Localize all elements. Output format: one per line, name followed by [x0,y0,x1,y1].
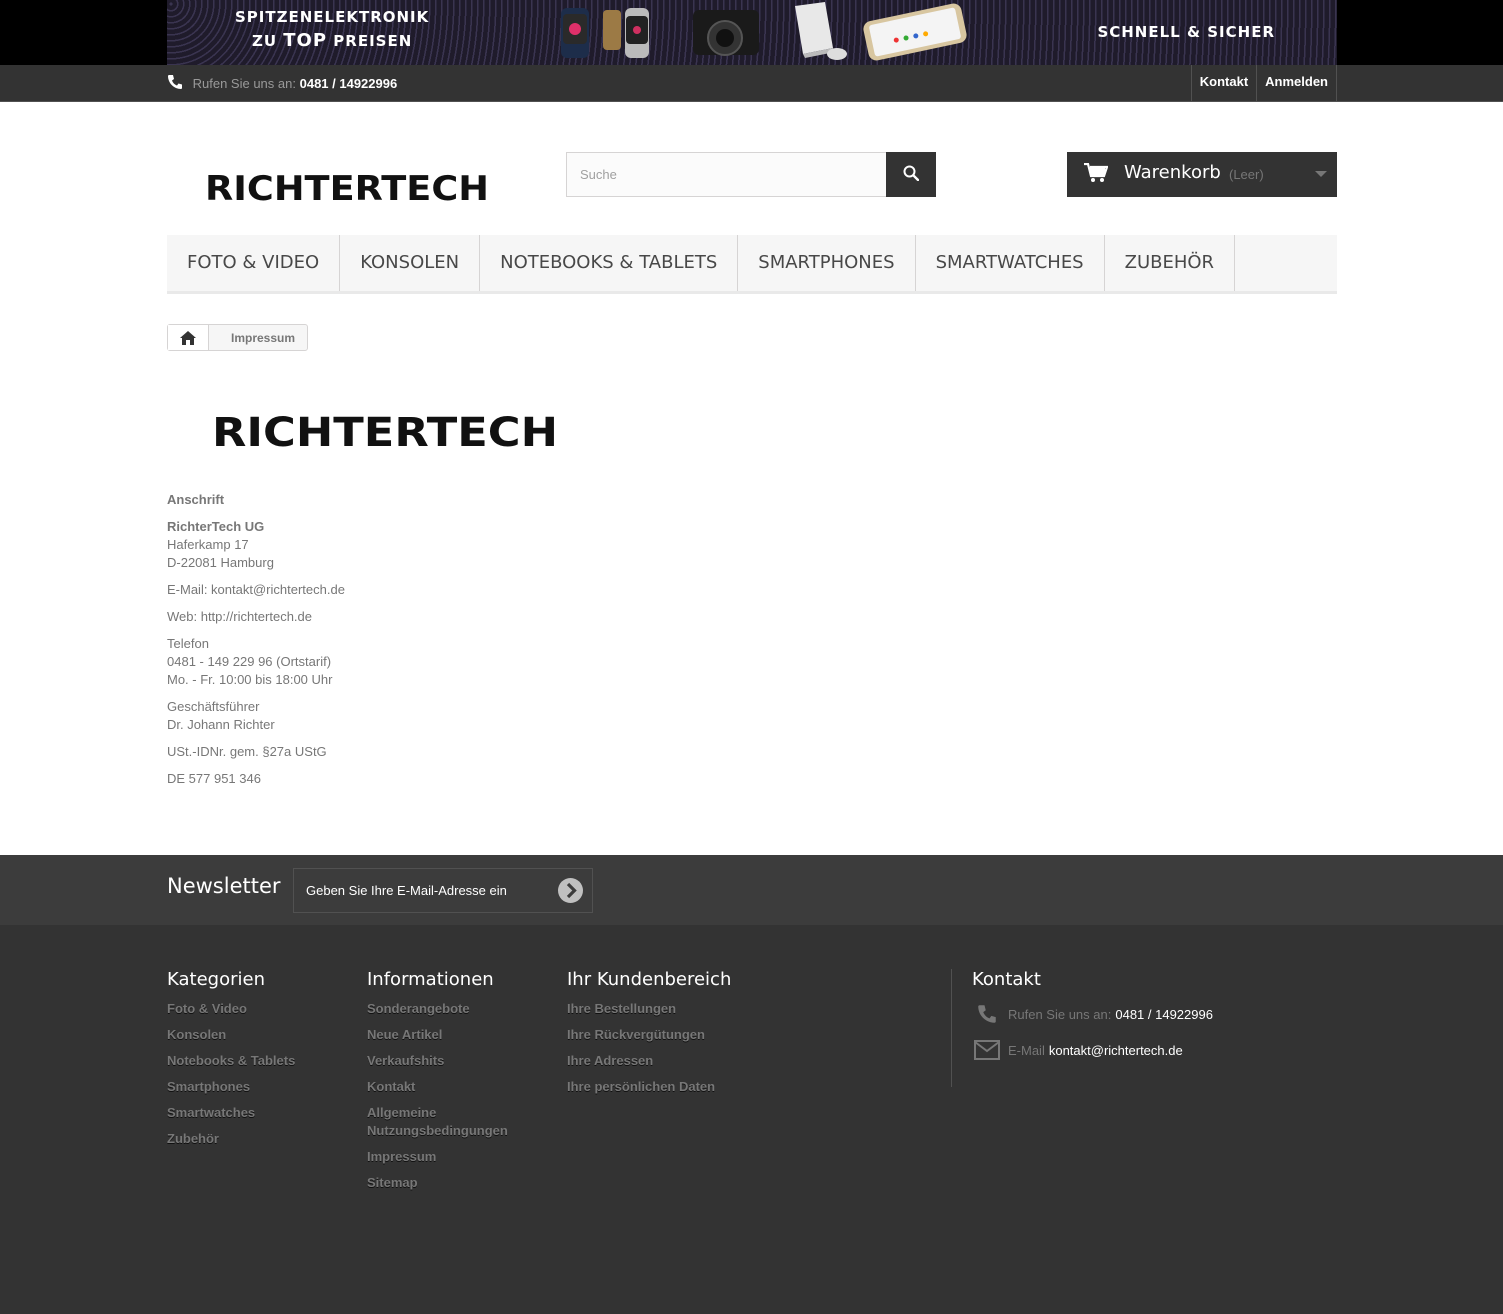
cart-label: Warenkorb [1124,162,1221,183]
top-links: Kontakt Anmelden [1190,65,1337,101]
footer-link[interactable]: Impressum [367,1148,527,1166]
footer-link[interactable]: Ihre Adressen [567,1052,731,1070]
footer-account-title: Ihr Kundenbereich [567,969,732,990]
footer-phone: Rufen Sie uns an: 0481 / 14922996 [972,1004,1213,1024]
footer-link[interactable]: Sitemap [367,1174,527,1192]
svg-text:RICHTERTECH: RICHTERTECH [212,410,558,452]
footer-link[interactable]: Ihre Bestellungen [567,1000,731,1018]
cart-button[interactable]: Warenkorb (Leer) [1067,152,1337,197]
search-input[interactable] [566,152,887,197]
ceo-name: Dr. Johann Richter [167,717,275,732]
opening-hours: Mo. - Fr. 10:00 bis 18:00 Uhr [167,672,333,687]
envelope-icon [974,1040,1000,1060]
menu-item-foto-video[interactable]: FOTO & VIDEO [167,235,341,291]
phone-prefix: Rufen Sie uns an: [192,76,296,91]
footer-divider [951,969,952,1087]
footer-account: Ihr Kundenbereich Ihre Bestellungen Ihre… [567,969,731,1104]
footer-link[interactable]: Kontakt [367,1078,527,1096]
main-menu: FOTO & VIDEO KONSOLEN NOTEBOOKS & TABLET… [167,235,1337,294]
footer-contact-title: Kontakt [972,969,1041,990]
footer: Kategorien Foto & Video Konsolen Noteboo… [0,925,1503,1314]
footer-information: Informationen Sonderangebote Neue Artike… [367,969,527,1200]
phone-number: 0481 / 14922996 [299,76,398,91]
footer-link[interactable]: Smartphones [167,1078,295,1096]
home-icon [180,330,196,345]
footer-link[interactable]: Zubehör [167,1130,295,1148]
footer-categories: Kategorien Foto & Video Konsolen Noteboo… [167,969,295,1156]
footer-link[interactable]: Ihre Rückvergütungen [567,1026,731,1044]
impressum-phone: 0481 - 149 229 96 (Ortstarif) [167,654,332,669]
impressum-web: Web: http://richtertech.de [167,609,312,624]
cart-status: (Leer) [1229,167,1264,182]
footer-link[interactable]: Verkaufshits [367,1052,527,1070]
footer-categories-title: Kategorien [167,969,265,990]
footer-link[interactable]: Ihre persönlichen Daten [567,1078,731,1096]
newsletter-section: Newsletter [0,855,1503,925]
search-form [566,152,936,197]
footer-contact: Kontakt Rufen Sie uns an: 0481 / 1492299… [972,969,1213,1076]
site-logo[interactable]: RICHTERTECH [205,160,495,206]
newsletter-title: Newsletter [167,874,281,898]
top-bar: Rufen Sie uns an: 0481 / 14922996 Kontak… [0,65,1503,102]
banner-right-text: SCHNELL & SICHER [1097,23,1275,41]
banner-slogan: SPITZENELEKTRONIK ZU TOP PREISEN [235,8,429,51]
search-icon [903,165,920,182]
cart-icon [1084,163,1108,182]
phone-icon [168,75,182,89]
vat-number: DE 577 951 346 [167,771,261,786]
footer-phone-number: 0481 / 14922996 [1115,1006,1213,1022]
top-phone-info: Rufen Sie uns an: 0481 / 14922996 [167,74,397,91]
search-button[interactable] [886,152,936,197]
newsletter-submit-button[interactable] [558,878,583,903]
newsletter-email-input[interactable] [294,869,544,912]
footer-email-link[interactable]: kontakt@richtertech.de [1049,1043,1183,1058]
banner-line-1: SPITZENELEKTRONIK [235,8,430,26]
menu-item-konsolen[interactable]: KONSOLEN [340,235,481,291]
footer-link[interactable]: Sonderangebote [367,1000,527,1018]
footer-link[interactable]: Notebooks & Tablets [167,1052,295,1070]
promo-banner-image[interactable]: SPITZENELEKTRONIK ZU TOP PREISEN SCHNELL… [167,0,1337,65]
footer-email: E-Mail kontakt@richtertech.de [972,1040,1213,1060]
city: D-22081 Hamburg [167,555,274,570]
footer-link[interactable]: Konsolen [167,1026,295,1044]
phone-icon [978,1005,996,1023]
footer-link[interactable]: Allgemeine Nutzungsbedingungen [367,1104,527,1140]
contact-link[interactable]: Kontakt [1190,65,1256,101]
street: Haferkamp 17 [167,537,249,552]
footer-information-title: Informationen [367,969,494,990]
banner-products-image [561,2,967,61]
address-heading: Anschrift [167,492,225,507]
impressum-email: E-Mail: kontakt@richtertech.de [167,582,345,597]
breadcrumb-current: Impressum [231,330,296,345]
footer-link[interactable]: Foto & Video [167,1000,295,1018]
promo-banner[interactable]: SPITZENELEKTRONIK ZU TOP PREISEN SCHNELL… [0,0,1503,65]
newsletter-form [293,868,593,913]
menu-item-smartwatches[interactable]: SMARTWATCHES [916,235,1105,291]
vat-label: USt.-IDNr. gem. §27a UStG [167,744,327,759]
footer-link[interactable]: Smartwatches [167,1104,295,1122]
menu-item-smartphones[interactable]: SMARTPHONES [738,235,916,291]
impressum-content: Anschrift RichterTech UG Haferkamp 17 D-… [167,491,345,797]
breadcrumb: Impressum [167,324,309,351]
banner-line-2: ZU TOP PREISEN [251,30,413,51]
chevron-right-icon [566,882,577,899]
company-name: RichterTech UG [167,519,265,534]
impressum-logo: RICHTERTECH [212,410,558,452]
login-link[interactable]: Anmelden [1256,65,1337,101]
breadcrumb-home[interactable] [168,325,209,350]
chevron-down-icon[interactable] [1315,171,1327,177]
footer-link[interactable]: Neue Artikel [367,1026,527,1044]
ceo-label: Geschäftsführer [167,699,260,714]
menu-item-zubehoer[interactable]: ZUBEHÖR [1105,235,1236,291]
menu-item-notebooks-tablets[interactable]: NOTEBOOKS & TABLETS [480,235,739,291]
svg-text:RICHTERTECH: RICHTERTECH [205,169,489,206]
phone-label: Telefon [167,636,209,651]
